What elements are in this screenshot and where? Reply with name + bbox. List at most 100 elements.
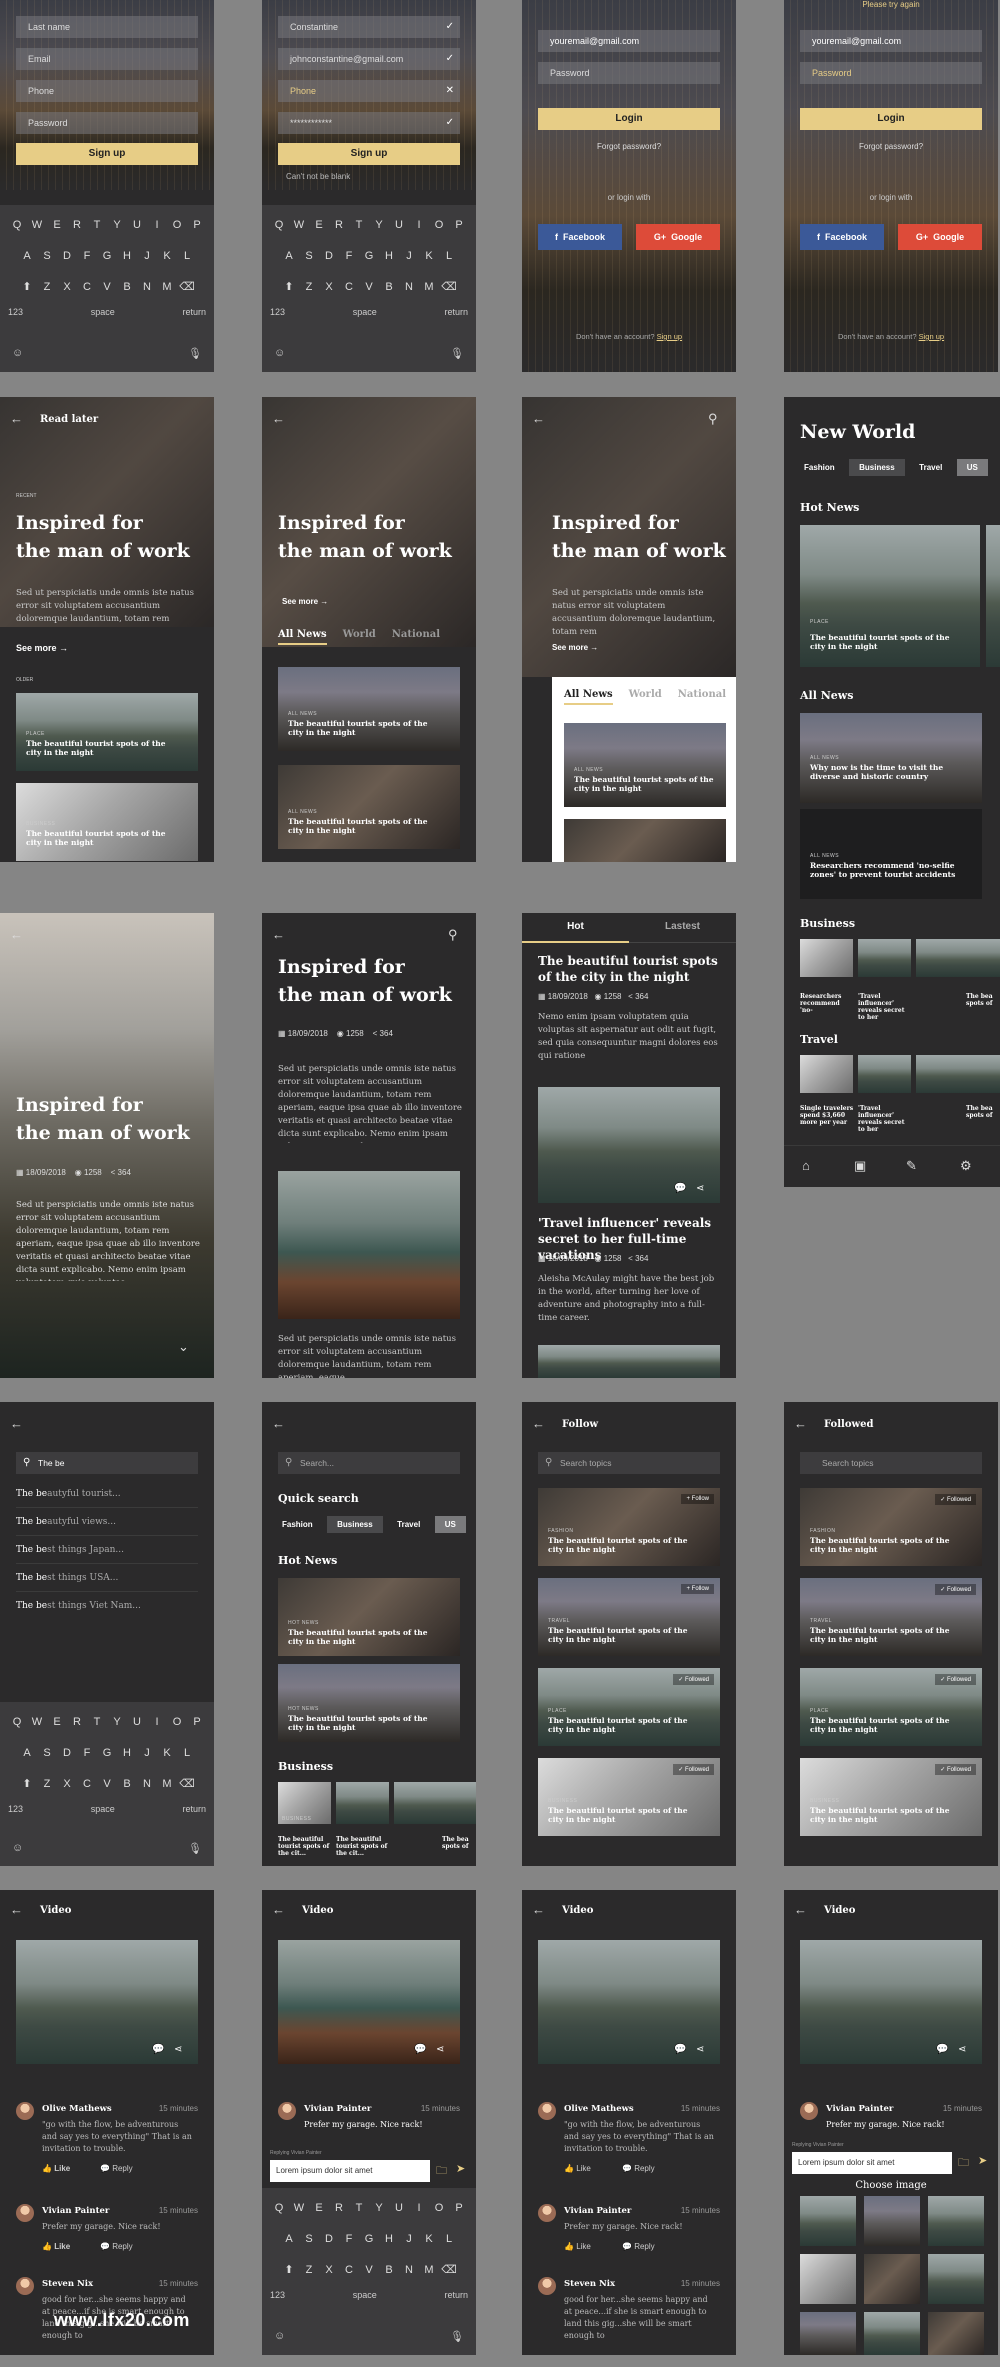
follow-button[interactable]: + Follow (681, 1494, 714, 1504)
topic-card[interactable]: ✓ Followed (800, 1488, 982, 1566)
facebook-button[interactable]: f Facebook (538, 224, 622, 250)
emoji-icon[interactable]: ☺ (12, 347, 23, 359)
gallery-image[interactable] (864, 2196, 920, 2246)
pill-fashion[interactable]: Fashion (272, 1516, 323, 1533)
article-image[interactable] (986, 525, 1000, 667)
pill-fashion[interactable]: Fashion (794, 459, 845, 476)
back-arrow-icon[interactable]: ← (10, 927, 23, 942)
reply-button[interactable]: 💬 Reply (622, 2164, 655, 2173)
shift-icon[interactable]: ⬆ (281, 276, 298, 298)
comment-icon[interactable]: 💬 (414, 2044, 426, 2055)
gallery-image[interactable] (800, 2312, 856, 2355)
backspace-icon[interactable]: ⌫ (179, 1773, 196, 1795)
video-player[interactable] (16, 1940, 198, 2064)
topic-card[interactable]: ✓ Followed (800, 1758, 982, 1836)
suggestion-item[interactable]: The best things Japan... (16, 1536, 198, 1564)
like-button[interactable]: 👍 Like (564, 2242, 591, 2251)
followed-button[interactable]: ✓ Followed (935, 1584, 976, 1595)
mini-image[interactable] (916, 1055, 1000, 1093)
return-key[interactable]: return (182, 1804, 206, 1814)
tab-latest[interactable]: Lastest (629, 913, 736, 943)
article-image[interactable] (564, 723, 726, 807)
mini-image[interactable] (336, 1782, 389, 1824)
topic-card[interactable]: + Follow (538, 1578, 720, 1656)
mini-image[interactable] (858, 1055, 911, 1093)
video-player[interactable] (278, 1940, 460, 2064)
article-image[interactable] (278, 667, 460, 751)
mic-icon[interactable]: 🎙 (450, 2330, 464, 2343)
backspace-icon[interactable]: ⌫ (441, 276, 458, 298)
return-key[interactable]: return (444, 2290, 468, 2300)
mini-image[interactable] (858, 939, 911, 977)
share-icon[interactable]: ⋖ (436, 2044, 444, 2055)
tab-hot[interactable]: Hot (522, 913, 629, 943)
suggestion-item[interactable]: The best things Viet Nam... (16, 1592, 198, 1620)
signup-link[interactable]: Sign up (657, 332, 682, 341)
back-arrow-icon[interactable]: ← (532, 1416, 545, 1431)
topic-card[interactable]: ✓ Followed (800, 1578, 982, 1656)
like-button[interactable]: 👍 Like (564, 2164, 591, 2173)
video-player[interactable] (800, 1940, 982, 2064)
back-arrow-icon[interactable]: ← (272, 411, 285, 426)
tab-national[interactable]: National (392, 629, 440, 645)
tab-world[interactable]: World (629, 689, 662, 705)
back-arrow-icon[interactable]: ← (10, 1902, 23, 1917)
mini-image[interactable] (800, 1055, 853, 1093)
google-button[interactable]: G+ Google (636, 224, 720, 250)
comment-icon[interactable]: 💬 (936, 2044, 948, 2055)
back-arrow-icon[interactable]: ← (272, 1902, 285, 1917)
video-player[interactable] (538, 1940, 720, 2064)
comment-icon[interactable]: 💬 (674, 2044, 686, 2055)
followed-button[interactable]: ✓ Followed (673, 1674, 714, 1685)
gallery-image[interactable] (864, 2312, 920, 2355)
gallery-image[interactable] (928, 2312, 984, 2355)
back-arrow-icon[interactable]: ← (532, 411, 545, 426)
signup-button[interactable]: Sign up (278, 143, 460, 165)
password-field[interactable]: ************ ✓ (278, 112, 460, 134)
mic-icon[interactable]: 🎙 (188, 1842, 202, 1855)
space-key[interactable]: space (91, 307, 115, 317)
back-arrow-icon[interactable]: ← (794, 1902, 807, 1917)
name-field[interactable]: Constantine ✓ (278, 16, 460, 38)
numbers-key[interactable]: 123 (8, 307, 23, 317)
phone-field[interactable]: Phone (16, 80, 198, 102)
chevron-down-icon[interactable]: ⌄ (178, 1339, 189, 1355)
share-icon[interactable]: ⋖ (174, 2044, 182, 2055)
gallery-image[interactable] (864, 2254, 920, 2304)
mic-icon[interactable]: 🎙 (188, 347, 202, 360)
mini-image[interactable] (394, 1782, 476, 1824)
mini-image[interactable] (916, 939, 1000, 977)
send-icon[interactable]: ➤ (456, 2162, 465, 2175)
image-folder-icon[interactable]: 🗀 (436, 2162, 447, 2181)
suggestion-item[interactable]: The best things USA... (16, 1564, 198, 1592)
reply-input[interactable]: Lorem ipsum dolor sit amet (270, 2160, 430, 2182)
forgot-password-link[interactable]: Forgot password? (784, 142, 998, 151)
tab-national[interactable]: National (678, 689, 726, 705)
password-field[interactable]: Password (800, 62, 982, 84)
lastname-field[interactable]: Last name (16, 16, 198, 38)
back-arrow-icon[interactable]: ← (10, 411, 23, 426)
signup-link[interactable]: Sign up (919, 332, 944, 341)
forgot-password-link[interactable]: Forgot password? (522, 142, 736, 151)
password-field[interactable]: Password (538, 62, 720, 84)
reply-input[interactable]: Lorem ipsum dolor sit amet (792, 2152, 952, 2174)
key[interactable]: Q (9, 214, 26, 236)
space-key[interactable]: space (91, 1804, 115, 1814)
space-key[interactable]: space (353, 2290, 377, 2300)
share-icon[interactable]: ⋖ (958, 2044, 966, 2055)
article-image[interactable] (278, 765, 460, 849)
gallery-image[interactable] (928, 2254, 984, 2304)
emoji-icon[interactable]: ☺ (12, 1842, 23, 1854)
article-image[interactable] (278, 1171, 460, 1319)
edit-icon[interactable]: ✎ (906, 1158, 917, 1174)
settings-icon[interactable]: ⚙ (960, 1158, 972, 1174)
search-topics-input[interactable]: Search topics (800, 1452, 982, 1474)
google-button[interactable]: G+ Google (898, 224, 982, 250)
article-image[interactable] (564, 819, 726, 862)
search-icon[interactable]: ⚲ (448, 927, 458, 943)
back-arrow-icon[interactable]: ← (794, 1416, 807, 1431)
reply-button[interactable]: 💬 Reply (100, 2164, 133, 2173)
search-input[interactable]: ⚲ Search... (278, 1452, 460, 1474)
phone-field[interactable]: Phone ✕ (278, 80, 460, 102)
suggestion-item[interactable]: The beautyful views... (16, 1508, 198, 1536)
